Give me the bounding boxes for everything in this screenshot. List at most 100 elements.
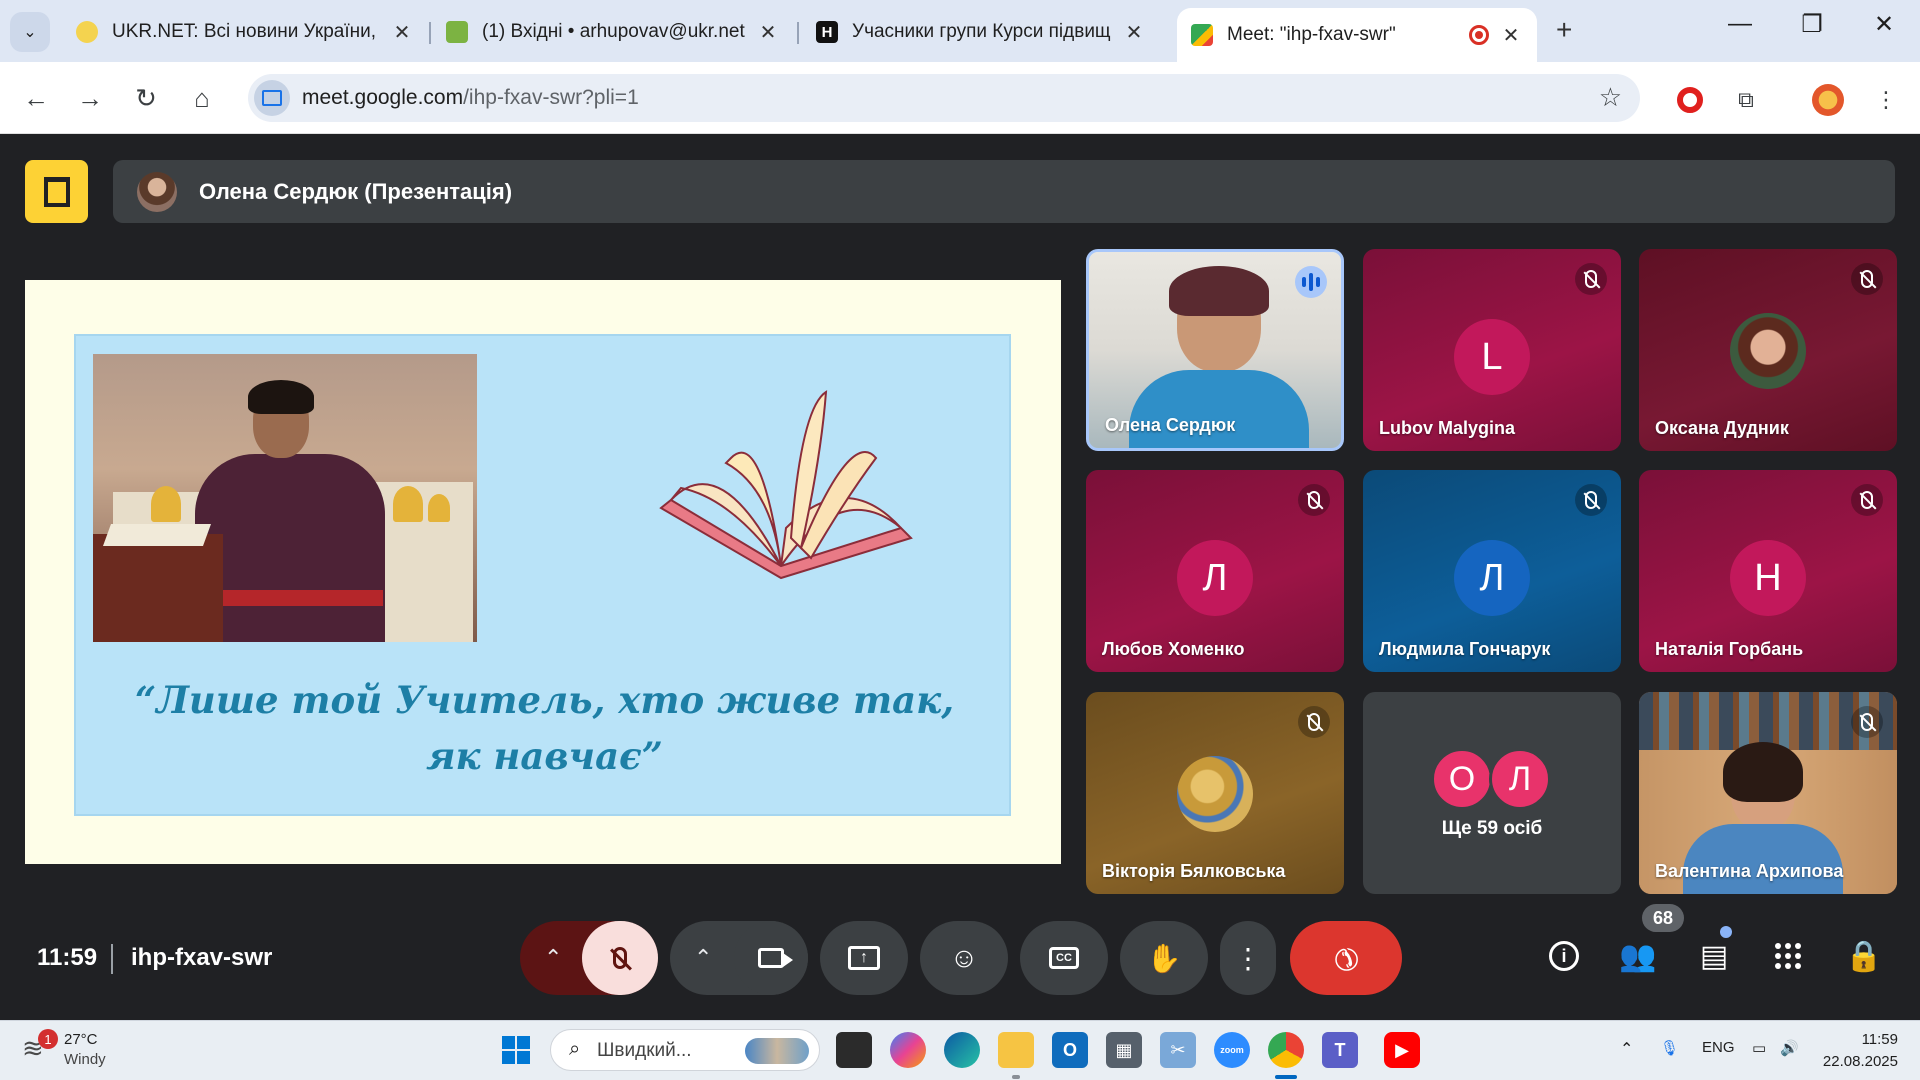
taskbar-search[interactable]: ⌕ Швидкий...: [550, 1029, 820, 1071]
tab-separator: [429, 22, 431, 44]
participant-avatar: О: [1431, 748, 1493, 810]
meet-favicon-icon: [1191, 24, 1213, 46]
activities-button[interactable]: [1766, 934, 1810, 978]
people-icon: 👥: [1619, 939, 1657, 973]
close-tab-icon[interactable]: ✕: [1499, 23, 1523, 48]
file-explorer-icon[interactable]: [998, 1032, 1034, 1068]
people-button[interactable]: 👥: [1616, 934, 1660, 978]
tab-mail[interactable]: (1) Вхідні • arhupovav@ukr.net ✕: [432, 12, 794, 52]
tab-search-button[interactable]: ⌄: [10, 12, 50, 52]
h-favicon-icon: H: [816, 21, 838, 43]
camera-toggle-button[interactable]: [734, 921, 808, 995]
forward-button[interactable]: →: [72, 80, 108, 116]
tab-meet[interactable]: Meet: "ihp-fxav-swr" ✕: [1177, 8, 1537, 62]
mic-toggle-button[interactable]: [582, 921, 658, 995]
audio-options-button[interactable]: ⌃: [544, 945, 562, 971]
present-screen-button[interactable]: ↑: [820, 921, 908, 995]
tab-participants[interactable]: H Учасники групи Курси підвищ ✕: [802, 12, 1160, 52]
home-button[interactable]: ⌂: [184, 80, 220, 116]
volume-icon[interactable]: 🔊: [1780, 1039, 1799, 1057]
speaking-indicator-icon: [1295, 266, 1327, 298]
taskbar-clock-date[interactable]: 22.08.2025: [1823, 1053, 1898, 1070]
tab-ukrnet[interactable]: UKR.NET: Всі новини України, о ✕: [62, 12, 428, 52]
browser-menu-icon[interactable]: ⋮: [1870, 84, 1902, 116]
site-info-icon[interactable]: [254, 80, 290, 116]
video-options-button[interactable]: ⌃: [694, 945, 712, 971]
calculator-icon[interactable]: ▦: [1106, 1032, 1142, 1068]
input-language[interactable]: ENG: [1702, 1039, 1735, 1056]
extensions-puzzle-icon[interactable]: ⧉: [1730, 84, 1762, 116]
close-tab-icon[interactable]: ✕: [756, 20, 780, 45]
meeting-code[interactable]: ihp-fxav-swr: [131, 944, 272, 972]
url-text[interactable]: meet.google.com/ihp-fxav-swr?pli=1: [302, 86, 639, 110]
participant-name: Оксана Дудник: [1655, 418, 1789, 438]
profile-avatar[interactable]: [1812, 84, 1844, 116]
taskbar-clock-time[interactable]: 11:59: [1862, 1031, 1898, 1048]
more-options-button[interactable]: ⋮: [1220, 921, 1276, 995]
task-view-icon[interactable]: [836, 1032, 872, 1068]
new-tab-button[interactable]: +: [1556, 14, 1572, 46]
more-participants-tile[interactable]: О Л Ще 59 осіб: [1363, 692, 1621, 894]
participant-name: Вікторія Бялковська: [1102, 861, 1286, 881]
edge-icon[interactable]: [944, 1032, 980, 1068]
weather-temperature[interactable]: 27°C: [64, 1031, 98, 1048]
windows-start-icon[interactable]: [498, 1032, 534, 1068]
reactions-button[interactable]: ☺: [920, 921, 1008, 995]
leave-call-button[interactable]: ✆: [1290, 921, 1402, 995]
chrome-icon[interactable]: [1268, 1032, 1304, 1068]
teams-icon[interactable]: T: [1322, 1032, 1358, 1068]
raise-hand-button[interactable]: ✋: [1120, 921, 1208, 995]
participant-name: Наталія Горбань: [1655, 639, 1804, 659]
close-tab-icon[interactable]: ✕: [1122, 20, 1146, 45]
display-icon[interactable]: ▭: [1752, 1039, 1766, 1057]
browser-tab-bar: ⌄ UKR.NET: Всі новини України, о ✕ (1) В…: [0, 0, 1920, 62]
snipping-tool-icon[interactable]: ✂: [1160, 1032, 1196, 1068]
participant-tile[interactable]: Н Наталія Горбань: [1639, 470, 1897, 672]
more-participants-label: Ще 59 осіб: [1441, 818, 1543, 839]
presentation-bar[interactable]: Олена Сердюк (Презентація): [113, 160, 1895, 223]
restore-button[interactable]: ❐: [1792, 10, 1832, 39]
close-tab-icon[interactable]: ✕: [390, 20, 414, 45]
participant-tile[interactable]: Л Любов Хоменко: [1086, 470, 1344, 672]
meeting-info-button[interactable]: i: [1542, 934, 1586, 978]
video-camera-icon: [758, 948, 793, 968]
participant-avatar: Л: [1177, 540, 1253, 616]
back-button[interactable]: ←: [18, 80, 54, 116]
captions-button[interactable]: CC: [1020, 921, 1108, 995]
bookmark-star-icon[interactable]: ☆: [1599, 82, 1622, 113]
reload-icon: ↻: [135, 82, 157, 113]
close-window-button[interactable]: ✕: [1864, 10, 1904, 39]
participant-avatar: [1730, 313, 1806, 389]
presentation-layout-button[interactable]: [25, 160, 88, 223]
address-bar[interactable]: meet.google.com/ihp-fxav-swr?pli=1 ☆: [248, 74, 1640, 122]
participant-tile[interactable]: L Lubov Malygina: [1363, 249, 1621, 451]
meet-app: Олена Сердюк (Презентація) “Лише той Учи…: [0, 134, 1920, 1020]
zoom-icon[interactable]: zoom: [1214, 1032, 1250, 1068]
copilot-icon[interactable]: [890, 1032, 926, 1068]
participant-tile[interactable]: Оксана Дудник: [1639, 249, 1897, 451]
host-controls-button[interactable]: 🔒: [1842, 934, 1886, 978]
participant-name: Любов Хоменко: [1102, 639, 1245, 659]
tab-title: Meet: "ihp-fxav-swr": [1227, 24, 1396, 45]
participant-avatar: Л: [1454, 540, 1530, 616]
mic-off-icon: [1851, 706, 1883, 738]
participant-avatar: [1177, 756, 1253, 832]
extension-opera-icon[interactable]: [1674, 84, 1706, 116]
outlook-icon[interactable]: O: [1052, 1032, 1088, 1068]
tray-overflow-chevron-icon[interactable]: ⌃: [1620, 1039, 1633, 1059]
participant-tile-speaker[interactable]: Олена Сердюк: [1086, 249, 1344, 451]
microphone-icon[interactable]: 🎙: [1660, 1039, 1679, 1057]
mic-control-group: ⌃: [520, 921, 658, 995]
mic-off-icon: [1575, 263, 1607, 295]
hang-up-icon: ✆: [1325, 937, 1367, 979]
participant-tile[interactable]: Л Людмила Гончарук: [1363, 470, 1621, 672]
participant-name: Lubov Malygina: [1379, 418, 1516, 438]
minimize-button[interactable]: —: [1720, 10, 1760, 38]
chat-button[interactable]: ▤: [1692, 934, 1736, 978]
youtube-icon[interactable]: ▶: [1384, 1032, 1420, 1068]
reload-button[interactable]: ↻: [128, 80, 164, 116]
participant-tile[interactable]: Валентина Архипова: [1639, 692, 1897, 894]
weather-description[interactable]: Windy: [64, 1051, 106, 1068]
portrait-image: [93, 354, 477, 642]
participant-tile[interactable]: Вікторія Бялковська: [1086, 692, 1344, 894]
